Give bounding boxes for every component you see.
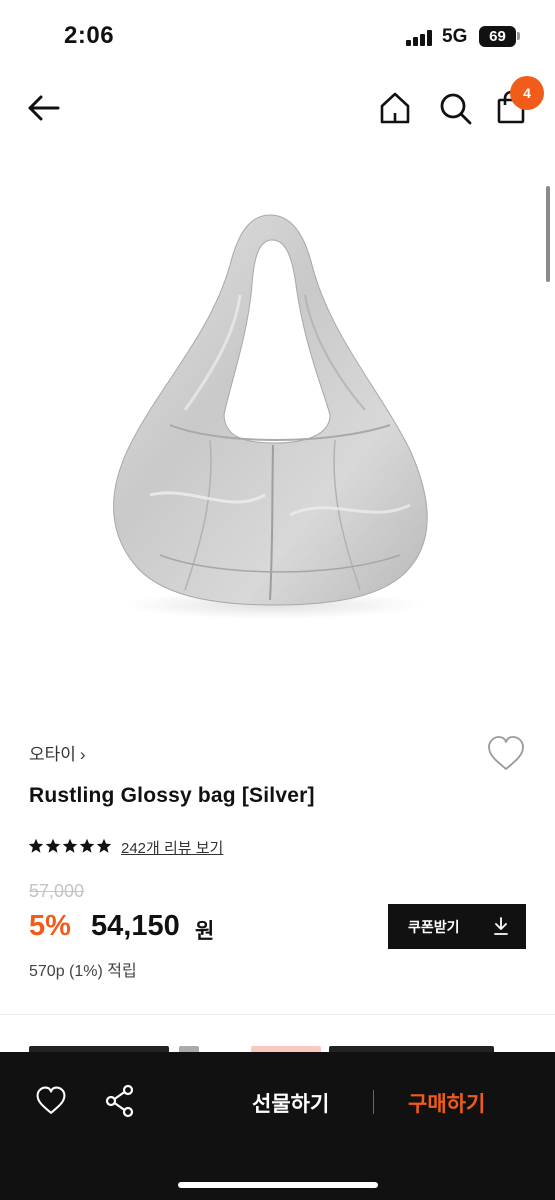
share-button[interactable] <box>104 1084 136 1118</box>
back-button[interactable] <box>24 88 64 128</box>
coupon-label: 쿠폰받기 <box>408 919 460 935</box>
star-icon <box>45 838 61 853</box>
status-time: 2:06 <box>64 22 115 49</box>
discount-percent: 5% <box>29 910 71 942</box>
status-bar: 2:06 5G 69 <box>0 0 555 72</box>
download-icon <box>494 917 508 935</box>
gift-button[interactable]: 선물하기 <box>252 1088 329 1118</box>
section-divider <box>0 1014 555 1015</box>
home-button[interactable] <box>375 88 415 128</box>
search-button[interactable] <box>435 88 475 128</box>
star-icon <box>96 838 112 853</box>
product-bag-image <box>113 214 428 619</box>
star-icon <box>79 838 95 853</box>
review-link[interactable]: 242개 리뷰 보기 <box>121 837 223 858</box>
nav-bar <box>0 78 555 140</box>
wishlist-button[interactable] <box>486 735 526 773</box>
network-label: 5G <box>442 26 468 47</box>
signal-icon <box>406 30 434 46</box>
rating-stars <box>28 838 112 858</box>
button-divider <box>373 1090 374 1114</box>
coupon-button[interactable]: 쿠폰받기 <box>388 904 526 949</box>
star-icon <box>28 838 44 853</box>
heart-icon <box>36 1086 66 1114</box>
sale-price: 54,150 <box>91 910 180 942</box>
battery-cap <box>517 32 520 40</box>
cart-count-badge: 4 <box>510 76 544 110</box>
brand-link[interactable]: 오타이 › <box>29 740 86 765</box>
star-icon <box>62 838 78 853</box>
home-icon <box>380 92 410 124</box>
product-title: Rustling Glossy bag [Silver] <box>29 784 315 807</box>
chevron-right-icon: › <box>79 745 86 764</box>
currency-label: 원 <box>195 920 215 943</box>
search-icon <box>440 93 472 125</box>
like-button[interactable] <box>35 1086 67 1116</box>
product-image[interactable] <box>90 195 465 625</box>
points-text: 570p (1%) 적립 <box>29 963 137 980</box>
home-indicator[interactable] <box>178 1182 378 1188</box>
brand-name: 오타이 <box>29 745 76 764</box>
share-icon <box>105 1084 134 1118</box>
bottom-action-bar: 선물하기 구매하기 <box>0 1052 555 1200</box>
scroll-indicator[interactable] <box>546 186 550 282</box>
buy-button[interactable]: 구매하기 <box>408 1088 485 1118</box>
battery-icon: 69 <box>479 26 516 47</box>
back-arrow-icon <box>28 95 60 121</box>
heart-icon <box>488 736 524 770</box>
original-price: 57,000 <box>29 881 85 901</box>
